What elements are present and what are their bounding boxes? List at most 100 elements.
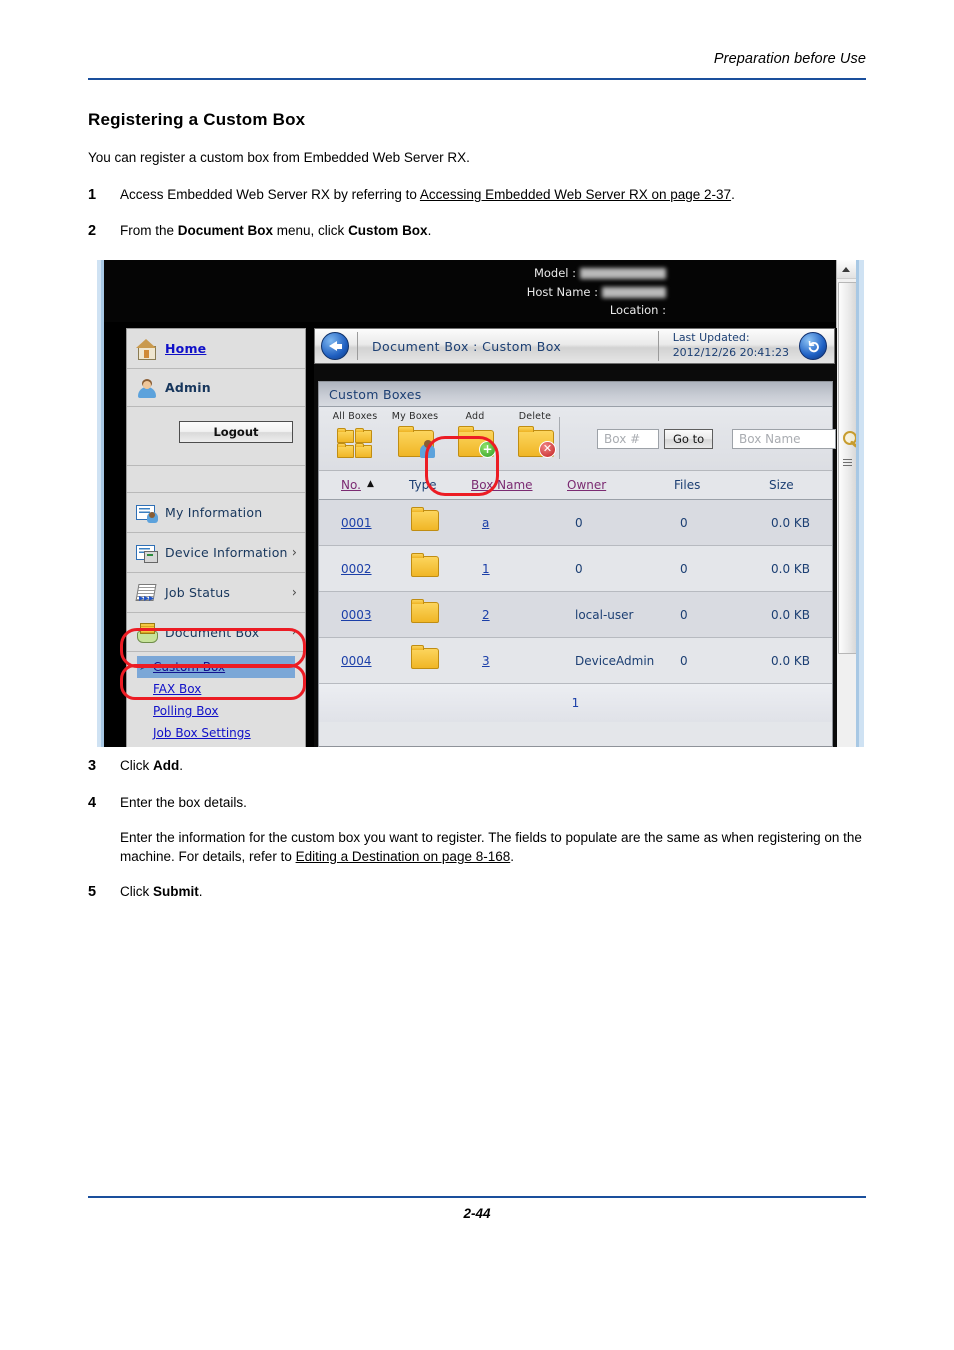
step-5-text-a: Click (120, 884, 153, 899)
my-boxes-label: My Boxes (385, 411, 445, 422)
step-3-bold-add: Add (153, 758, 179, 773)
step-2-text-c: . (428, 223, 432, 238)
cell-box-name[interactable]: 2 (482, 608, 490, 622)
back-arrow-icon[interactable] (321, 332, 349, 360)
box-name-placeholder-text: Box Name (739, 432, 801, 446)
box-number-input[interactable]: Box # (597, 429, 659, 449)
nav-spacer (127, 466, 305, 493)
cell-box-name[interactable]: 1 (482, 562, 490, 576)
selected-arrow-icon: ➤ (139, 662, 147, 673)
step-4-paragraph-body: Enter the information for the custom box… (120, 828, 868, 866)
footer-rule (88, 1196, 866, 1198)
step-3: 3 Click Add. (88, 756, 866, 775)
left-navigation-panel: Home Admin Logout My Information Device … (126, 328, 306, 747)
breadcrumb-bar: Document Box : Custom Box Last Updated: … (314, 328, 835, 364)
column-header-type: Type (409, 478, 437, 492)
box-number-placeholder-text: Box # (604, 432, 640, 446)
go-to-button[interactable]: Go to (664, 429, 713, 449)
step-2-text-b: menu, click (273, 223, 348, 238)
delete-button[interactable]: Delete ✕ (505, 411, 565, 458)
sidebar-item-fax-box-label: FAX Box (153, 682, 201, 696)
add-button[interactable]: Add + (445, 411, 505, 458)
scrollbar-grip-icon (843, 459, 852, 467)
step-2-bold-custom-box: Custom Box (348, 223, 428, 238)
page-number: 2-44 (88, 1206, 866, 1221)
browser-viewport: Model : Host Name : Location : Home (104, 260, 856, 747)
all-boxes-icon (334, 424, 376, 458)
step-1-crossref-link[interactable]: Accessing Embedded Web Server RX on page… (420, 187, 731, 202)
add-label: Add (445, 411, 505, 422)
sidebar-item-job-status[interactable]: ▸▸▸ Job Status › (127, 573, 305, 613)
chevron-right-icon: › (292, 585, 297, 600)
job-status-icon: ▸▸▸ (136, 582, 158, 604)
custom-boxes-card: Custom Boxes All Boxes My Boxes (318, 381, 833, 747)
step-4: 4 Enter the box details. (88, 793, 866, 812)
step-1: 1 Access Embedded Web Server RX by refer… (88, 185, 866, 204)
table-row[interactable]: 0002 1 0 0 0.0 KB (319, 546, 832, 592)
pagination-page-1[interactable]: 1 (319, 684, 832, 722)
cell-no[interactable]: 0003 (341, 608, 372, 622)
host-name-value-redacted (602, 287, 666, 298)
sidebar-item-device-information[interactable]: Device Information › (127, 533, 305, 573)
my-boxes-button[interactable]: My Boxes (385, 411, 445, 458)
box-name-input[interactable]: Box Name (732, 429, 836, 449)
scroll-up-arrow-icon[interactable] (837, 260, 856, 279)
sidebar-item-device-information-label: Device Information (165, 545, 288, 560)
sidebar-item-job-box-settings-label: Job Box Settings (153, 726, 251, 740)
sort-ascending-icon: ▲ (367, 479, 374, 489)
step-2-number: 2 (88, 221, 110, 242)
page-running-header: Preparation before Use (88, 50, 866, 68)
boxes-toolbar: All Boxes My Boxes (319, 407, 832, 471)
step-2-bold-document-box: Document Box (178, 223, 273, 238)
all-boxes-label: All Boxes (325, 411, 385, 422)
magnifier-icon[interactable] (843, 431, 856, 447)
step-1-number: 1 (88, 185, 110, 206)
add-box-icon: + (454, 424, 496, 458)
toolbar-divider (559, 417, 560, 459)
column-header-box-name[interactable]: Box Name (471, 478, 533, 492)
host-name-label: Host Name : (527, 285, 598, 299)
location-label: Location : (610, 303, 666, 317)
all-boxes-button[interactable]: All Boxes (325, 411, 385, 458)
breadcrumb-divider (357, 332, 358, 360)
chevron-right-icon: › (292, 545, 297, 560)
sidebar-item-my-information-label: My Information (165, 505, 262, 520)
cell-no[interactable]: 0001 (341, 516, 372, 530)
page-scrollbar[interactable] (836, 260, 856, 747)
scrollbar-thumb[interactable] (838, 282, 856, 654)
cell-box-name[interactable]: a (482, 516, 489, 530)
table-row[interactable]: 0001 a 0 0 0.0 KB (319, 500, 832, 546)
sidebar-item-fax-box[interactable]: FAX Box (127, 678, 305, 700)
table-row[interactable]: 0003 2 local-user 0 0.0 KB (319, 592, 832, 638)
sidebar-item-document-box[interactable]: Document Box › (127, 613, 305, 652)
sidebar-item-document-box-label: Document Box (165, 625, 259, 640)
step-5-number: 5 (88, 882, 110, 903)
header-rule (88, 78, 866, 80)
sidebar-item-job-box-settings[interactable]: Job Box Settings (127, 722, 305, 744)
refresh-icon[interactable]: ⟲ (799, 332, 827, 360)
step-4-crossref-link[interactable]: Editing a Destination on page 8-168 (296, 849, 511, 864)
delete-badge-icon: ✕ (539, 441, 556, 458)
cell-box-name[interactable]: 3 (482, 654, 490, 668)
sidebar-item-polling-box-label: Polling Box (153, 704, 219, 718)
model-row: Model : (527, 264, 666, 283)
cell-no[interactable]: 0004 (341, 654, 372, 668)
running-header-text: Preparation before Use (714, 51, 866, 67)
sidebar-item-home[interactable]: Home (127, 329, 305, 369)
step-2-body: From the Document Box menu, click Custom… (120, 221, 866, 240)
cell-no[interactable]: 0002 (341, 562, 372, 576)
step-1-text-a: Access Embedded Web Server RX by referri… (120, 187, 420, 202)
column-header-no[interactable]: No. (341, 478, 361, 492)
step-3-text-a: Click (120, 758, 153, 773)
column-header-size: Size (769, 478, 794, 492)
embedded-web-server-screenshot: Model : Host Name : Location : Home (95, 260, 866, 747)
sidebar-item-custom-box[interactable]: ➤ Custom Box (137, 656, 295, 678)
sidebar-item-polling-box[interactable]: Polling Box (127, 700, 305, 722)
home-icon (136, 338, 158, 360)
column-header-owner[interactable]: Owner (567, 478, 606, 492)
device-identity-banner: Model : Host Name : Location : (104, 260, 856, 322)
sidebar-item-my-information[interactable]: My Information (127, 493, 305, 533)
logout-button[interactable]: Logout (179, 421, 293, 443)
chevron-right-icon: › (292, 625, 297, 640)
table-row[interactable]: 0004 3 DeviceAdmin 0 0.0 KB (319, 638, 832, 684)
